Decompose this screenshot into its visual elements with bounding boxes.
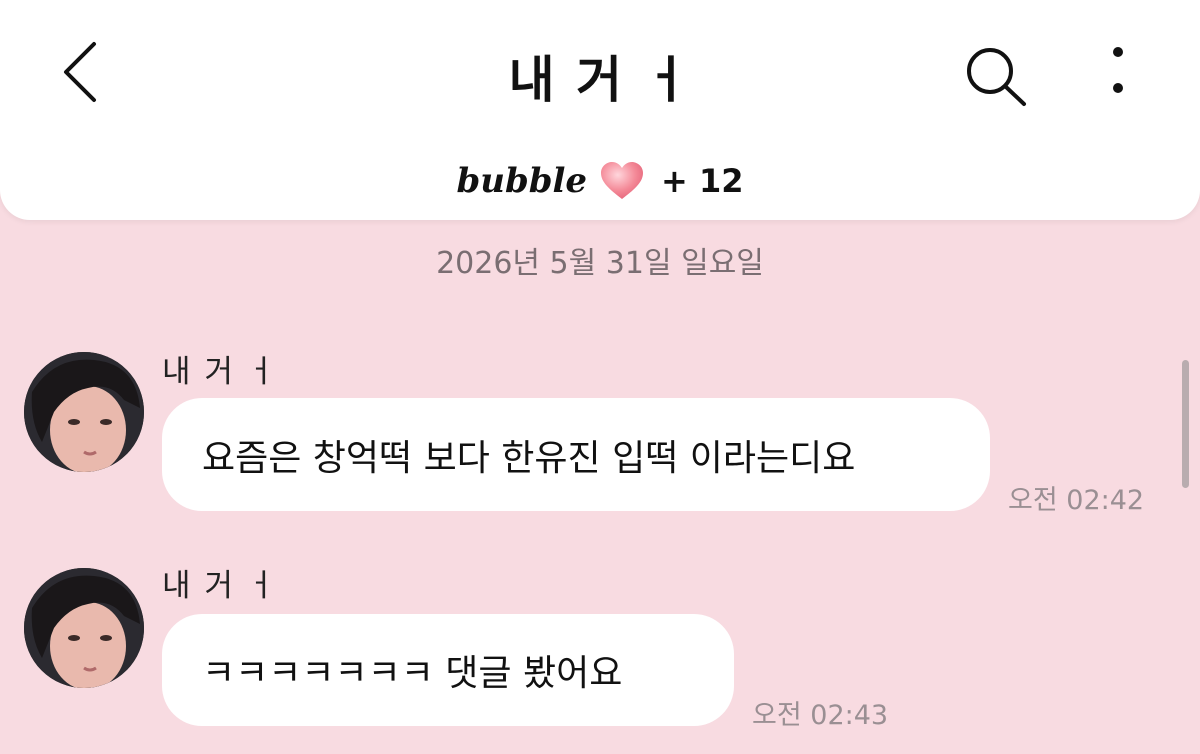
more-vertical-icon (1113, 47, 1123, 93)
message-text: ㅋㅋㅋㅋㅋㅋㅋ 댓글 봤어요 (202, 653, 623, 694)
message-time: 오전 02:42 (1008, 485, 1145, 516)
avatar[interactable] (24, 352, 144, 472)
search-icon (967, 48, 1026, 106)
heart-icon (601, 162, 644, 199)
top-bar: 내 거 ㅓ bubble + 12 (0, 0, 1200, 220)
bubble-badge[interactable]: bubble + 12 (0, 158, 1200, 204)
search-button[interactable] (962, 44, 1030, 108)
profile-photo (24, 352, 144, 472)
sender-name: 내 거 ㅓ (162, 354, 278, 390)
message-bubble[interactable]: ㅋㅋㅋㅋㅋㅋㅋ 댓글 봤어요 (162, 614, 734, 726)
message-time: 오전 02:43 (752, 700, 889, 731)
avatar[interactable] (24, 568, 144, 688)
scrollbar[interactable] (1182, 360, 1189, 488)
message-text: 요즘은 창억떡 보다 한유진 입떡 이라는디요 (202, 437, 856, 479)
sender-name: 내 거 ㅓ (162, 568, 278, 604)
date-separator: 2026년 5월 31일 일요일 (436, 246, 764, 281)
profile-photo (24, 568, 144, 688)
more-options-button[interactable] (1098, 44, 1138, 104)
subscriber-count: + 12 (661, 162, 744, 200)
message-bubble[interactable]: 요즘은 창억떡 보다 한유진 입떡 이라는디요 (162, 398, 990, 511)
bubble-brand: bubble (456, 161, 588, 201)
